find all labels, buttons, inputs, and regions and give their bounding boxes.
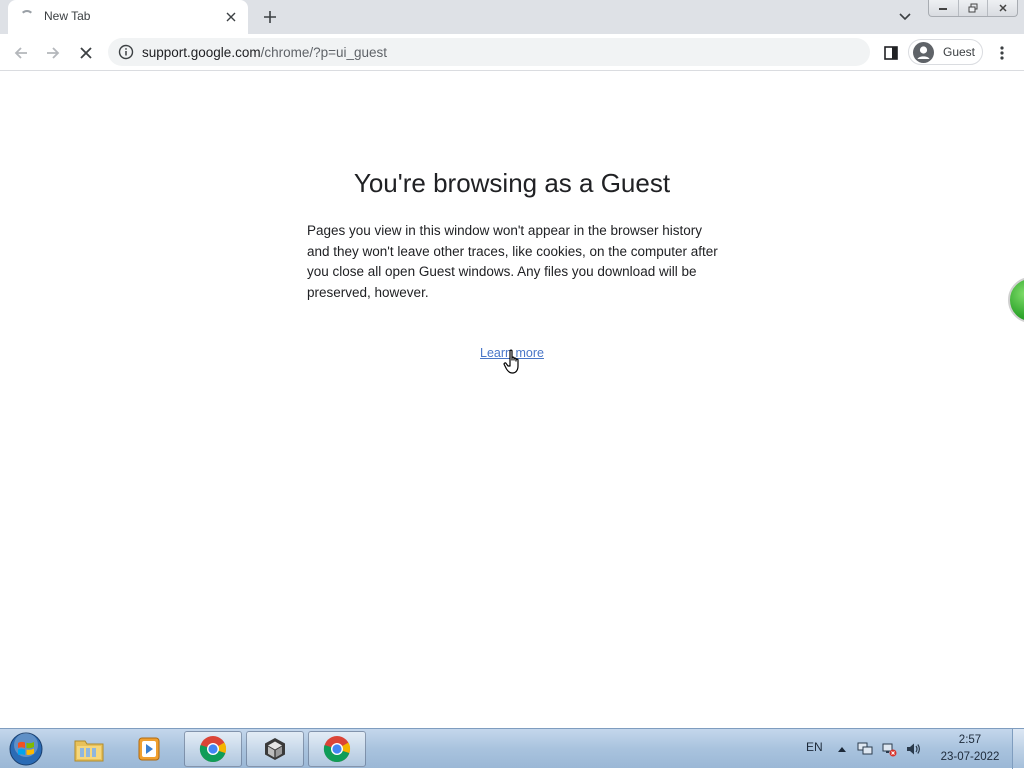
arrow-left-icon bbox=[14, 47, 27, 59]
close-window-icon bbox=[999, 4, 1007, 12]
taskbar: EN 2:57 23-07-2022 bbox=[0, 728, 1024, 769]
address-bar[interactable]: support.google.com/chrome/?p=ui_guest bbox=[108, 38, 870, 66]
taskbar-media-player[interactable] bbox=[120, 731, 178, 767]
folder-icon bbox=[74, 740, 104, 762]
page-content: You're browsing as a Guest Pages you vie… bbox=[0, 72, 1024, 728]
url-text: support.google.com/chrome/?p=ui_guest bbox=[142, 45, 387, 60]
info-icon[interactable] bbox=[118, 44, 134, 60]
close-window-button[interactable] bbox=[988, 0, 1017, 16]
close-tab-button[interactable] bbox=[222, 8, 240, 26]
arrow-right-icon bbox=[47, 47, 60, 59]
clock-date[interactable]: 23-07-2022 bbox=[935, 751, 1005, 763]
tray-volume-button[interactable] bbox=[905, 741, 921, 757]
tab-title: New Tab bbox=[44, 9, 91, 23]
menu-button[interactable] bbox=[989, 40, 1015, 66]
side-panel-icon bbox=[884, 46, 898, 60]
unity-icon bbox=[265, 738, 285, 760]
taskbar-file-explorer[interactable] bbox=[60, 731, 118, 767]
minimize-icon bbox=[939, 8, 948, 10]
avatar-icon bbox=[913, 42, 934, 63]
taskbar-chrome[interactable] bbox=[184, 731, 242, 767]
restore-button[interactable] bbox=[959, 0, 989, 16]
tab-search-button[interactable] bbox=[894, 6, 916, 28]
plus-icon bbox=[264, 11, 276, 23]
tray-display-button[interactable] bbox=[857, 741, 873, 757]
windows-logo-icon bbox=[9, 732, 43, 766]
chevron-up-icon bbox=[838, 747, 846, 752]
guest-description: Pages you view in this window won't appe… bbox=[307, 223, 718, 300]
show-hidden-icons-button[interactable] bbox=[834, 741, 850, 757]
close-icon bbox=[226, 12, 236, 22]
clock-time[interactable]: 2:57 bbox=[940, 734, 1000, 746]
browser-tab[interactable]: New Tab bbox=[8, 0, 248, 34]
hand-cursor-icon bbox=[503, 349, 519, 374]
speaker-icon bbox=[907, 743, 920, 755]
stop-icon bbox=[80, 47, 92, 59]
show-desktop-button[interactable] bbox=[1012, 729, 1024, 769]
profile-button[interactable]: Guest bbox=[908, 39, 983, 65]
chrome-icon bbox=[199, 736, 227, 763]
back-button[interactable] bbox=[8, 40, 34, 66]
taskbar-unity[interactable] bbox=[246, 731, 304, 767]
stop-loading-button[interactable] bbox=[73, 40, 99, 66]
taskbar-chrome-guest[interactable] bbox=[308, 731, 366, 767]
kebab-menu-icon bbox=[1000, 46, 1004, 60]
green-circle-icon bbox=[1008, 277, 1024, 323]
forward-button[interactable] bbox=[40, 40, 66, 66]
language-indicator[interactable]: EN bbox=[806, 740, 823, 754]
side-panel-button[interactable] bbox=[878, 40, 904, 66]
start-button[interactable] bbox=[6, 731, 46, 767]
loading-spinner-icon bbox=[20, 10, 34, 24]
new-tab-button[interactable] bbox=[258, 6, 282, 28]
tray-network-button[interactable] bbox=[881, 741, 897, 757]
restore-icon bbox=[968, 3, 978, 13]
chevron-down-icon bbox=[899, 13, 911, 21]
network-error-icon bbox=[882, 743, 897, 757]
url-path: /chrome/?p=ui_guest bbox=[260, 45, 388, 60]
page-title: You're browsing as a Guest bbox=[353, 168, 671, 198]
browser-toolbar: support.google.com/chrome/?p=ui_guest Gu… bbox=[0, 34, 1024, 71]
window-controls bbox=[928, 0, 1018, 17]
tab-strip: New Tab bbox=[0, 0, 1024, 34]
profile-label: Guest bbox=[943, 45, 976, 59]
monitor-icon bbox=[857, 742, 873, 755]
chrome-icon bbox=[323, 736, 351, 763]
minimize-button[interactable] bbox=[929, 0, 959, 16]
media-player-icon bbox=[138, 737, 160, 761]
url-host: support.google.com bbox=[142, 45, 261, 60]
